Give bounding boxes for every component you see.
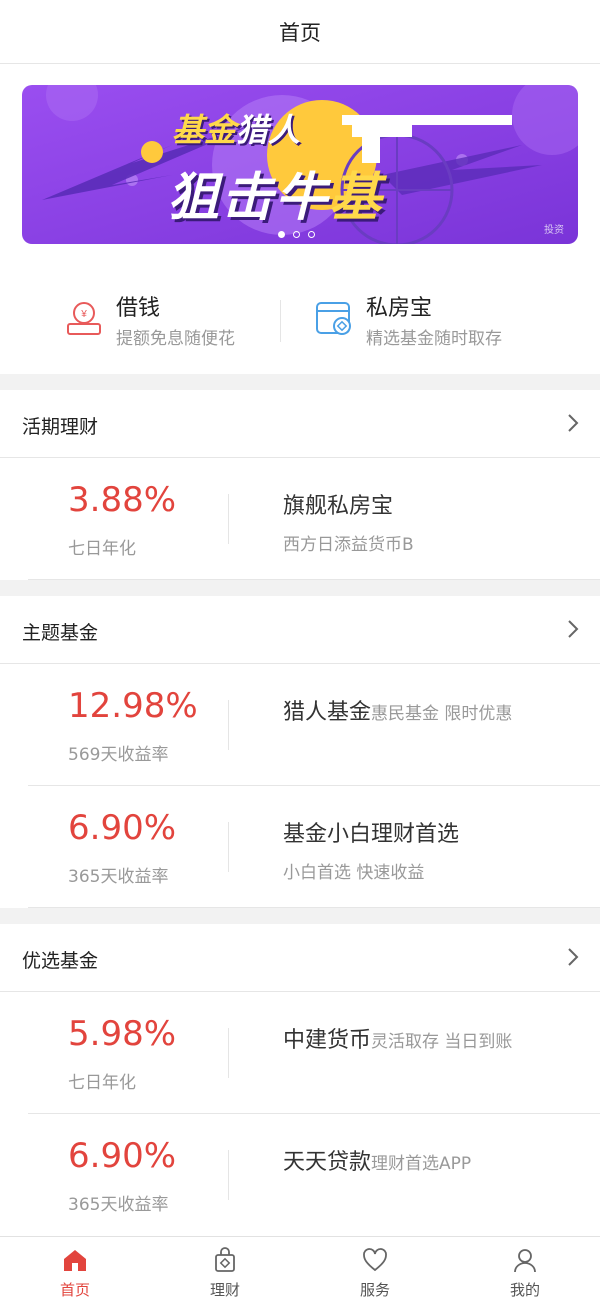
product-rate-label: 七日年化: [68, 539, 136, 559]
product-subtitle: 小白首选 快速收益: [283, 863, 425, 883]
quick-item-wallet[interactable]: 私房宝 精选基金随时取存: [300, 272, 600, 368]
home-icon: [64, 1250, 86, 1271]
tab-mine[interactable]: 我的: [450, 1237, 600, 1310]
product-rate: 3.88%: [68, 480, 177, 520]
section-header-theme[interactable]: 主题基金: [0, 596, 600, 664]
heart-icon: [363, 1248, 387, 1272]
quick-loan-title: 借钱: [116, 296, 161, 321]
chevron-right-icon: [568, 948, 579, 966]
row-divider: [228, 1150, 229, 1200]
quick-wallet-title: 私房宝: [366, 296, 433, 321]
product-rate-label: 569天收益率: [68, 745, 169, 765]
quick-item-loan[interactable]: ¥ 借钱 提额免息随便花: [0, 272, 300, 368]
product-rate: 6.90%: [68, 808, 177, 848]
carousel-dot[interactable]: [308, 231, 315, 238]
product-rate: 6.90%: [68, 1136, 177, 1176]
quick-loan-subtitle: 提额免息随便花: [116, 329, 235, 349]
carousel-dot[interactable]: [278, 231, 285, 238]
banner-ad-tag: 投资: [544, 225, 564, 236]
product-row[interactable]: 5.98% 七日年化 中建货币灵活取存 当日到账: [0, 992, 600, 1114]
product-name: 天天贷款理财首选APP: [283, 1150, 472, 1175]
bag-icon: [215, 1247, 235, 1272]
product-name: 旗舰私房宝: [283, 494, 394, 519]
row-divider: [228, 1028, 229, 1078]
page-title: 首页: [279, 20, 321, 45]
banner-headline-1: 基金猎人: [172, 111, 301, 149]
product-row[interactable]: 6.90% 365天收益率 基金小白理财首选 小白首选 快速收益: [0, 786, 600, 908]
product-row[interactable]: 3.88% 七日年化 旗舰私房宝 西方日添益货币B: [0, 458, 600, 580]
quick-divider: [280, 300, 281, 342]
quick-wallet-subtitle: 精选基金随时取存: [366, 329, 502, 349]
user-icon: [514, 1249, 536, 1273]
tab-label: 首页: [59, 1281, 90, 1299]
quick-entries: ¥ 借钱 提额免息随便花 私房宝 精选基金随时取存: [0, 272, 600, 372]
section-header-selected[interactable]: 优选基金: [0, 924, 600, 992]
tab-home[interactable]: 首页: [0, 1237, 150, 1310]
wallet-icon: [316, 302, 351, 335]
carousel-dot[interactable]: [293, 231, 300, 238]
row-divider: [228, 700, 229, 750]
banner-headline-2: 狙击牛基: [167, 168, 384, 228]
row-divider: [228, 494, 229, 544]
tab-finance[interactable]: 理财: [150, 1237, 300, 1310]
section-gap: [0, 374, 600, 390]
product-rate: 5.98%: [68, 1014, 177, 1054]
bottom-tab-bar: 首页 理财 服务 我的: [0, 1236, 600, 1310]
row-divider: [228, 822, 229, 872]
tab-label: 我的: [509, 1281, 540, 1299]
product-row[interactable]: 12.98% 569天收益率 猎人基金惠民基金 限时优惠: [0, 664, 600, 786]
section-gap: [0, 908, 600, 924]
product-row[interactable]: 6.90% 365天收益率 天天贷款理财首选APP: [0, 1114, 600, 1236]
product-name: 基金小白理财首选: [283, 822, 460, 847]
loan-icon: ¥: [67, 302, 101, 335]
top-header: 首页: [0, 0, 600, 64]
product-rate-label: 365天收益率: [68, 867, 169, 887]
chevron-right-icon: [568, 414, 579, 432]
product-rate-label: 七日年化: [68, 1073, 136, 1093]
product-rate-label: 365天收益率: [68, 1195, 169, 1215]
promo-banner[interactable]: 基金猎人 狙击牛基 投资: [22, 85, 578, 244]
chevron-right-icon: [568, 620, 579, 638]
product-name: 猎人基金惠民基金 限时优惠: [283, 700, 513, 725]
section-title: 主题基金: [22, 622, 99, 644]
product-subtitle: 西方日添益货币B: [283, 535, 414, 555]
section-header-current[interactable]: 活期理财: [0, 390, 600, 458]
svg-text:¥: ¥: [80, 309, 87, 320]
product-name: 中建货币灵活取存 当日到账: [283, 1028, 513, 1053]
section-title: 活期理财: [22, 416, 99, 438]
carousel-dots[interactable]: [278, 231, 315, 238]
section-title: 优选基金: [22, 950, 99, 972]
tab-label: 服务: [359, 1281, 390, 1299]
section-gap: [0, 580, 600, 596]
product-rate: 12.98%: [68, 686, 198, 726]
tab-service[interactable]: 服务: [300, 1237, 450, 1310]
tab-label: 理财: [209, 1281, 240, 1299]
